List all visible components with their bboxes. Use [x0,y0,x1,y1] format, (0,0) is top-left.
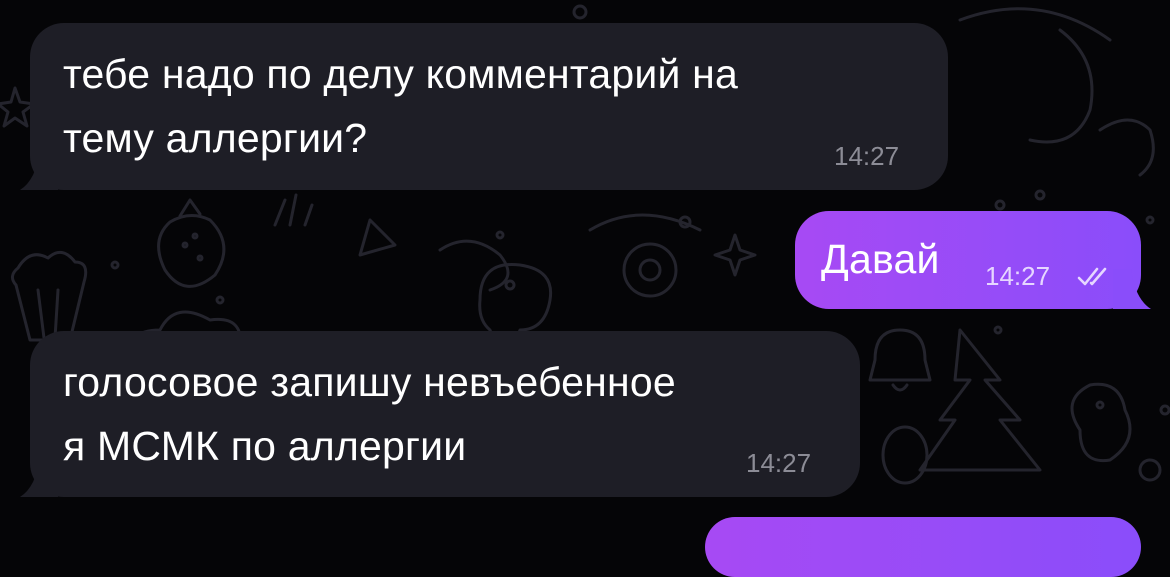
incoming-message-bubble[interactable]: голосовое запишу невъебенное я МСМК по а… [20,331,860,497]
message-timestamp: 14:27 [746,448,812,478]
incoming-message-bubble[interactable]: тебе надо по делу комментарий на тему ал… [20,23,948,190]
message-text-line: голосовое запишу невъебенное [63,359,676,405]
message-timestamp: 14:27 [834,141,900,171]
message-text-line: тему аллергии? [63,115,368,161]
double-check-icon [1077,267,1107,286]
message-timestamp: 14:27 [985,261,1051,291]
message-text-line: тебе надо по делу комментарий на [63,51,738,97]
message-text-line: я МСМК по аллергии [63,423,467,469]
bubble-tail [20,457,58,497]
message-text-line: Давай [821,236,940,282]
outgoing-message-bubble-partial[interactable] [705,517,1141,577]
bubble-tail [20,150,58,190]
outgoing-message-bubble[interactable]: Давай 14:27 [795,211,1151,309]
bubble-tail [1113,269,1151,309]
